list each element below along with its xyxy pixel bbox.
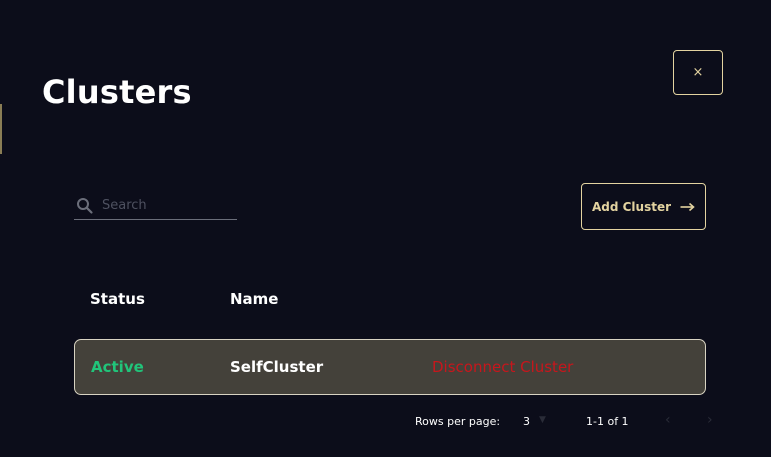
arrow-right-icon: [680, 202, 695, 212]
status-badge: Active: [91, 358, 144, 376]
rows-per-page-label: Rows per page:: [415, 415, 501, 428]
chevron-left-icon[interactable]: ‹: [665, 412, 671, 428]
add-cluster-button[interactable]: Add Cluster: [581, 183, 706, 230]
cluster-name: SelfCluster: [230, 358, 324, 376]
chevron-right-icon[interactable]: ›: [707, 412, 713, 428]
rows-per-page-select[interactable]: 3: [523, 415, 530, 428]
table-row[interactable]: Active SelfCluster Disconnect Cluster: [74, 339, 706, 395]
caret-down-icon[interactable]: ▼: [539, 415, 546, 425]
add-cluster-label: Add Cluster: [591, 199, 672, 214]
disconnect-cluster-link[interactable]: Disconnect Cluster: [432, 358, 573, 376]
close-button[interactable]: ×: [673, 50, 723, 95]
close-icon: ×: [692, 65, 704, 80]
search-field[interactable]: [74, 192, 237, 220]
search-icon: [76, 197, 94, 215]
left-accent-bar: [0, 104, 2, 154]
pagination-range: 1-1 of 1: [586, 415, 629, 428]
search-input[interactable]: [102, 198, 227, 213]
page-title: Clusters: [42, 73, 192, 111]
clusters-page: Clusters × Add Cluster Status Name Activ…: [0, 0, 771, 457]
column-header-status[interactable]: Status: [90, 290, 145, 308]
column-header-name[interactable]: Name: [230, 290, 278, 308]
